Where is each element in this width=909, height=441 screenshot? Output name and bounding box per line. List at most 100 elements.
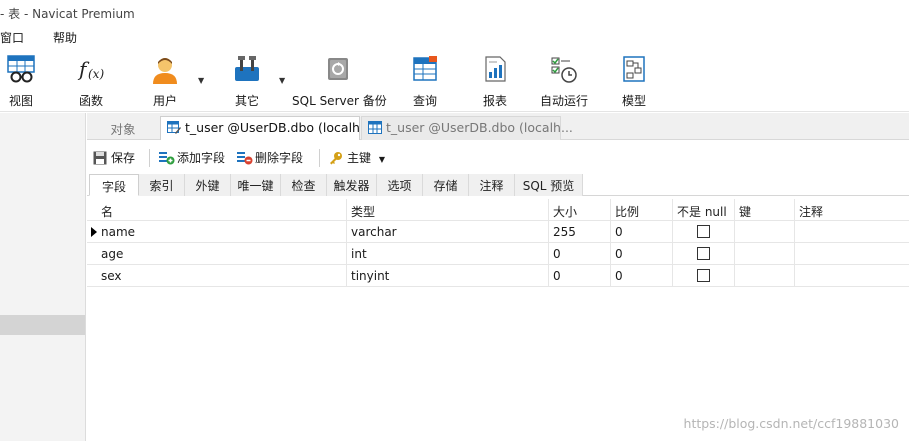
add-field-label: 添加字段 xyxy=(177,151,226,165)
field-not-null-cell xyxy=(673,221,735,243)
subtab-fields[interactable]: 字段 xyxy=(89,174,139,196)
document-tabs: 对象 t_user @UserDB.dbo (localh... t_user … xyxy=(87,113,909,140)
toolbar-other-label: 其它 xyxy=(234,94,259,108)
table-row[interactable]: sex tinyint 0 0 xyxy=(87,265,909,287)
add-field-button[interactable]: 添加字段 xyxy=(159,149,225,166)
function-icon: f (x) xyxy=(75,54,107,84)
field-comment-cell[interactable] xyxy=(795,221,909,243)
subtab-triggers[interactable]: 触发器 xyxy=(327,174,377,196)
designer-action-bar: 保存 添加字段 删除字段 主键 ▼ xyxy=(87,145,909,170)
window-title: - 表 - Navicat Premium xyxy=(0,7,135,21)
toolbar-view-label: 视图 xyxy=(8,94,33,108)
table-row[interactable]: age int 0 0 xyxy=(87,243,909,265)
field-key-cell[interactable] xyxy=(735,221,795,243)
column-header-scale[interactable]: 比例 xyxy=(611,199,673,221)
field-comment-cell[interactable] xyxy=(795,243,909,265)
sidebar-selected-item[interactable] xyxy=(0,315,85,335)
field-name-cell[interactable]: sex xyxy=(97,265,347,287)
field-scale-cell[interactable]: 0 xyxy=(611,265,673,287)
toolbar-report-label: 报表 xyxy=(482,94,507,108)
field-comment-cell[interactable] xyxy=(795,265,909,287)
column-header-size[interactable]: 大小 xyxy=(549,199,611,221)
view-icon xyxy=(5,54,37,84)
field-size-cell[interactable]: 255 xyxy=(549,221,611,243)
toolbar-backup-label: SQL Server 备份 xyxy=(292,94,387,108)
field-type-cell[interactable]: tinyint xyxy=(347,265,549,287)
subtab-comments[interactable]: 注释 xyxy=(469,174,515,196)
delete-field-button[interactable]: 删除字段 xyxy=(237,149,303,166)
field-key-cell[interactable] xyxy=(735,265,795,287)
column-header-key[interactable]: 键 xyxy=(735,199,795,221)
action-separator xyxy=(319,149,320,167)
table-designer: 对象 t_user @UserDB.dbo (localh... t_user … xyxy=(87,113,909,441)
other-dropdown-arrow-icon[interactable]: ▼ xyxy=(279,76,285,85)
column-header-comment[interactable]: 注释 xyxy=(795,199,909,221)
user-icon xyxy=(149,54,181,84)
toolbar-model-button[interactable]: 模型 xyxy=(617,54,651,110)
navigation-sidebar[interactable] xyxy=(0,113,86,441)
tab-table-data[interactable]: t_user @UserDB.dbo (localh... xyxy=(361,116,573,140)
subtab-indexes[interactable]: 索引 xyxy=(139,174,185,196)
toolbar-user-label: 用户 xyxy=(152,94,177,108)
report-icon xyxy=(479,54,511,84)
toolbar-query-button[interactable]: 查询 xyxy=(408,54,442,110)
subtab-checks[interactable]: 检查 xyxy=(281,174,327,196)
schedule-icon xyxy=(548,54,580,84)
field-scale-cell[interactable]: 0 xyxy=(611,221,673,243)
toolbar-function-label: 函数 xyxy=(78,94,103,108)
toolbar-user-button[interactable]: 用户 xyxy=(148,54,182,110)
key-icon xyxy=(329,151,343,165)
toolbar-query-label: 查询 xyxy=(412,94,437,108)
primary-key-button[interactable]: 主键 ▼ xyxy=(329,149,385,166)
tab-table-design-active[interactable]: t_user @UserDB.dbo (localh... xyxy=(160,116,372,140)
field-size-cell[interactable]: 0 xyxy=(549,243,611,265)
toolbar-other-button[interactable]: 其它 xyxy=(230,54,264,110)
not-null-checkbox[interactable] xyxy=(697,225,710,238)
tab-active-label: t_user @UserDB.dbo (localh... xyxy=(185,120,372,135)
table-icon xyxy=(368,121,382,134)
field-key-cell[interactable] xyxy=(735,243,795,265)
table-row[interactable]: name varchar 255 0 xyxy=(87,221,909,243)
field-name-cell[interactable]: age xyxy=(97,243,347,265)
main-toolbar: 视图 f (x) 函数 用户 ▼ 其它 ▼ SQL Server 备份 查询 报… xyxy=(0,50,909,112)
subtab-storage[interactable]: 存储 xyxy=(423,174,469,196)
field-type-cell[interactable]: int xyxy=(347,243,549,265)
toolbar-schedule-button[interactable]: 自动运行 xyxy=(538,54,590,110)
toolbar-view-button[interactable]: 视图 xyxy=(4,54,38,110)
tab-inactive-label: t_user @UserDB.dbo (localh... xyxy=(386,120,573,135)
menu-bar: 窗口 帮助 xyxy=(0,26,909,46)
column-header-name[interactable]: 名 xyxy=(97,199,347,221)
subtab-foreign-keys[interactable]: 外键 xyxy=(185,174,231,196)
field-not-null-cell xyxy=(673,265,735,287)
model-icon xyxy=(618,54,650,84)
field-type-cell[interactable]: varchar xyxy=(347,221,549,243)
field-size-cell[interactable]: 0 xyxy=(549,265,611,287)
query-icon xyxy=(409,54,441,84)
grid-header-row: 名 类型 大小 比例 不是 null 键 注释 xyxy=(87,199,909,221)
toolbar-report-button[interactable]: 报表 xyxy=(478,54,512,110)
subtab-sql-preview[interactable]: SQL 预览 xyxy=(515,174,583,196)
toolbar-function-button[interactable]: f (x) 函数 xyxy=(74,54,108,110)
not-null-checkbox[interactable] xyxy=(697,247,710,260)
tools-icon xyxy=(231,54,263,84)
subtab-unique-keys[interactable]: 唯一键 xyxy=(231,174,281,196)
not-null-checkbox[interactable] xyxy=(697,269,710,282)
field-scale-cell[interactable]: 0 xyxy=(611,243,673,265)
tab-objects[interactable]: 对象 xyxy=(87,116,159,140)
column-header-type[interactable]: 类型 xyxy=(347,199,549,221)
save-label: 保存 xyxy=(111,151,136,165)
toolbar-schedule-label: 自动运行 xyxy=(539,94,588,108)
subtab-options[interactable]: 选项 xyxy=(377,174,423,196)
backup-icon xyxy=(322,54,354,84)
title-bar: - 表 - Navicat Premium xyxy=(0,0,909,24)
designer-subtabs: 字段 索引 外键 唯一键 检查 触发器 选项 存储 注释 SQL 预览 xyxy=(87,174,909,196)
toolbar-backup-button[interactable]: SQL Server 备份 xyxy=(292,54,387,110)
action-separator xyxy=(149,149,150,167)
field-name-cell[interactable]: name xyxy=(97,221,347,243)
column-header-not-null[interactable]: 不是 null xyxy=(673,199,735,221)
save-button[interactable]: 保存 xyxy=(93,149,135,166)
menu-help[interactable]: 帮助 xyxy=(53,29,77,46)
menu-window[interactable]: 窗口 xyxy=(0,29,24,46)
delete-field-label: 删除字段 xyxy=(255,151,304,165)
user-dropdown-arrow-icon[interactable]: ▼ xyxy=(198,76,204,85)
